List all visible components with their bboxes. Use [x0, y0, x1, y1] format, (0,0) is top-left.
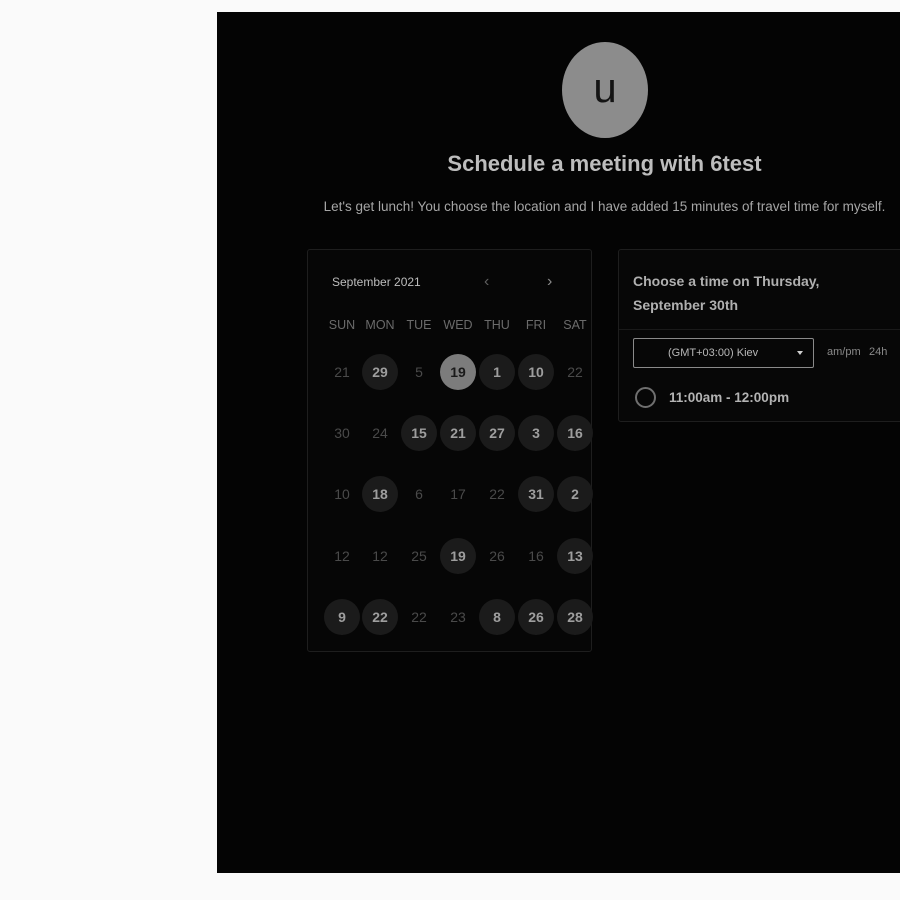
prev-month-chevron-icon[interactable]: ‹ — [484, 274, 489, 290]
weekday-header-thu: THU — [484, 318, 510, 332]
calendar-day: 23 — [450, 609, 466, 625]
weekday-header-mon: MON — [365, 318, 395, 332]
calendar-day[interactable]: 26 — [518, 599, 554, 635]
calendar-day: 10 — [334, 486, 350, 502]
next-month-chevron-icon[interactable]: › — [547, 274, 552, 290]
calendar-day[interactable]: 29 — [362, 354, 398, 390]
calendar-day[interactable]: 28 — [557, 599, 593, 635]
month-label: September 2021 — [332, 275, 421, 289]
calendar-day[interactable]: 1 — [479, 354, 515, 390]
host-avatar: u — [562, 42, 648, 138]
calendar-day: 17 — [450, 486, 466, 502]
calendar-day[interactable]: 22 — [362, 599, 398, 635]
calendar-day: 12 — [372, 548, 388, 564]
calendar-day[interactable]: 16 — [557, 415, 593, 451]
calendar-day: 22 — [411, 609, 427, 625]
timezone-value: (GMT+03:00) Kiev — [668, 347, 759, 359]
timezone-select[interactable]: (GMT+03:00) Kiev — [633, 338, 814, 368]
calendar-day: 22 — [489, 486, 505, 502]
time-panel-header: Choose a time on Thursday, September 30t… — [619, 250, 900, 330]
caret-down-icon — [797, 351, 803, 355]
calendar-day[interactable]: 9 — [324, 599, 360, 635]
weekday-header-wed: WED — [443, 318, 473, 332]
calendar-day[interactable]: 27 — [479, 415, 515, 451]
calendar-day-selected[interactable]: 19 — [440, 354, 476, 390]
weekday-header-sat: SAT — [563, 318, 587, 332]
format-toggle-24h[interactable]: 24h — [869, 346, 887, 358]
calendar-day: 25 — [411, 548, 427, 564]
format-toggle-ampm[interactable]: am/pm — [827, 346, 861, 358]
page-title: Schedule a meeting with 6test — [447, 151, 762, 176]
calendar-day: 21 — [334, 364, 350, 380]
calendar-day[interactable]: 10 — [518, 354, 554, 390]
calendar-day[interactable]: 31 — [518, 476, 554, 512]
calendar-day[interactable]: 8 — [479, 599, 515, 635]
calendar-day[interactable]: 18 — [362, 476, 398, 512]
calendar-day: 30 — [334, 425, 350, 441]
calendar-day[interactable]: 15 — [401, 415, 437, 451]
calendar-day: 22 — [567, 364, 583, 380]
calendar-day: 6 — [415, 486, 423, 502]
meeting-description: Let's get lunch! You choose the location… — [323, 199, 886, 214]
calendar-day: 12 — [334, 548, 350, 564]
calendar-day[interactable]: 19 — [440, 538, 476, 574]
calendar-day[interactable]: 2 — [557, 476, 593, 512]
weekday-header-sun: SUN — [328, 318, 356, 332]
date-picker-calendar: September 2021 ‹ › SUN MON TUE WED THU FRI SAT… — [307, 249, 593, 652]
weekday-header-tue: TUE — [406, 318, 432, 332]
booking-page: u Schedule a meeting with 6test Let's ge… — [217, 12, 900, 873]
calendar-day: 26 — [489, 548, 505, 564]
calendar-day[interactable]: 3 — [518, 415, 554, 451]
time-slot-panel: Choose a time on Thursday, September 30t… — [618, 249, 900, 422]
calendar-day[interactable]: 21 — [440, 415, 476, 451]
calendar-day[interactable]: 13 — [557, 538, 593, 574]
radio-circle-icon[interactable] — [635, 387, 656, 408]
time-slot-label: 11:00am - 12:00pm — [669, 390, 790, 405]
time-slot-option[interactable]: 11:00am - 12:00pm — [635, 386, 875, 410]
calendar-day: 5 — [415, 364, 423, 380]
time-panel-heading: Choose a time on Thursday, September 30t… — [633, 273, 820, 313]
calendar-day: 16 — [528, 548, 544, 564]
calendar-day: 24 — [372, 425, 388, 441]
weekday-header-fri: FRI — [525, 318, 547, 332]
